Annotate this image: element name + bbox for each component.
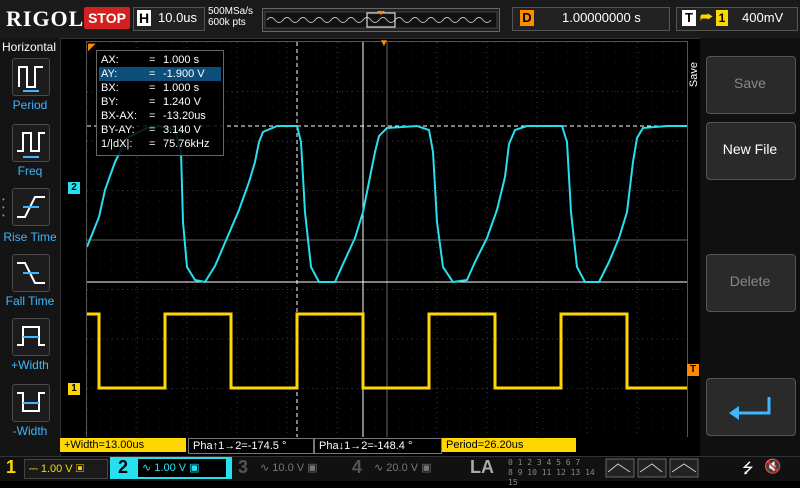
period-label: Period [12,98,48,112]
memory-overview-strip[interactable] [262,8,500,32]
measurement-phase-fall[interactable]: Pha↓1→2=-148.4 ° [314,438,442,454]
fall-time-button[interactable] [12,254,50,292]
delay-value: 1.00000000 s [562,10,641,25]
panel-title: Horizontal [2,40,57,54]
ch3-number[interactable]: 3 [238,457,248,478]
trigger-level: 400mV [742,10,784,25]
brand-logo: RIGOL [6,6,85,31]
measurement-period[interactable]: Period=26.20us [442,438,576,452]
readout-row: BX: = 1.000 s [101,82,200,94]
save-button-label: Save [734,75,766,91]
ch2-offset-marker[interactable]: 2 [68,182,80,194]
return-button[interactable] [706,378,796,436]
ch3-scale: 10.0 V [272,462,305,474]
new-file-button-label: New File [722,141,778,157]
pos-width-button[interactable] [12,318,50,356]
ch1-bw-icon: ▣ [75,463,85,475]
pos-width-label: +Width [11,358,49,372]
ch4-bw-icon: ▣ [421,462,432,474]
ch1-status[interactable]: ⎓ 1.00 V ▣ [24,459,108,479]
readout-row: BX-AX: = -13.20us [101,110,206,122]
logic-analyzer-label[interactable]: LA [470,457,494,478]
save-menu-tab: Save [688,62,700,88]
readout-row: BY: = 1.240 V [101,96,201,108]
rise-time-icon [17,196,45,218]
horizontal-letter: H [137,10,151,26]
ch2-number: 2 [118,457,129,477]
usb-icon: ⭍ [742,460,754,476]
memory-depth: 600k pts [208,17,246,28]
ac-coupling-icon: ∿ [142,462,152,474]
pos-width-icon [17,326,45,346]
freq-label: Freq [17,164,43,178]
ac-coupling-icon: ∿ [260,462,270,474]
acquisition-info: 500MSa/s 600k pts [208,6,253,28]
freq-icon [17,132,45,158]
ch1-scale: 1.00 V [40,463,73,475]
measurement-phase-rise[interactable]: Pha↑1→2=-174.5 ° [188,438,314,454]
memory-overview-waveform-icon [264,11,498,29]
delete-button-label: Delete [729,273,771,289]
ch2-status-inner: ∿ 1.00 V ▣ [138,459,226,477]
ch1-number[interactable]: 1 [6,457,16,478]
rise-time-label: Rise Time [3,230,57,244]
delay-letter: D [520,10,534,26]
trigger-position-marker-icon: ▼ [379,38,389,49]
return-arrow-icon [729,397,771,420]
run-stop-indicator[interactable]: STOP [84,7,130,29]
ch2-scale: 1.00 V [154,462,187,474]
more-items-dots: • • • [2,195,5,220]
ch1-offset-marker[interactable]: 1 [68,383,80,395]
ch2-bw-icon: ▣ [189,462,200,474]
ch4-number[interactable]: 4 [352,457,362,478]
source-waveform-icon [605,458,699,478]
neg-width-icon [17,392,45,412]
timebase-value: 10.0us [158,10,198,25]
sample-rate: 500MSa/s [208,6,254,17]
period-button[interactable] [12,58,50,96]
ch3-bw-icon: ▣ [307,462,318,474]
readout-row: 1/|dX|: = 75.76kHz [101,138,210,150]
readout-row: AX: = 1.000 s [101,54,200,66]
trigger-letter: T [682,10,696,26]
trigger-level-marker[interactable]: T [687,364,699,376]
delay-marker-icon: ◤ [88,42,96,53]
ch4-scale: 20.0 V [386,462,419,474]
readout-row: BY-AY: = 3.140 V [101,124,201,136]
cursor-readout-panel: AX: = 1.000 s AY: = -1.900 V BX: = 1.000 s BY:… [96,50,224,156]
period-icon [18,66,43,92]
freq-button[interactable] [12,124,50,162]
rising-edge-icon: ⮫ [700,9,714,25]
ac-coupling-icon: ∿ [374,462,384,474]
speaker-muted-icon[interactable]: 🔇 [764,458,781,475]
ch3-status[interactable]: ∿ 10.0 V ▣ [256,459,344,477]
fall-time-icon [17,262,45,284]
neg-width-button[interactable] [12,384,50,422]
la-row-1: 0 1 2 3 4 5 6 7 [508,458,581,467]
neg-width-label: -Width [12,424,48,438]
readout-row-selected: AY: = -1.900 V [99,67,221,81]
trigger-source: 1 [716,10,728,26]
logic-analyzer-channels: 0 1 2 3 4 5 6 7 8 9 10 11 12 13 14 15 [508,458,598,487]
rise-time-button[interactable] [12,188,50,226]
measurement-pos-width[interactable]: +Width=13.00us [60,438,186,452]
source-waveform-icons[interactable] [604,458,700,478]
fall-time-label: Fall Time [5,294,55,308]
la-row-2: 8 9 10 11 12 13 14 15 [508,468,595,487]
ch4-status[interactable]: ∿ 20.0 V ▣ [370,459,458,477]
dc-coupling-icon: ⎓ [29,463,38,475]
